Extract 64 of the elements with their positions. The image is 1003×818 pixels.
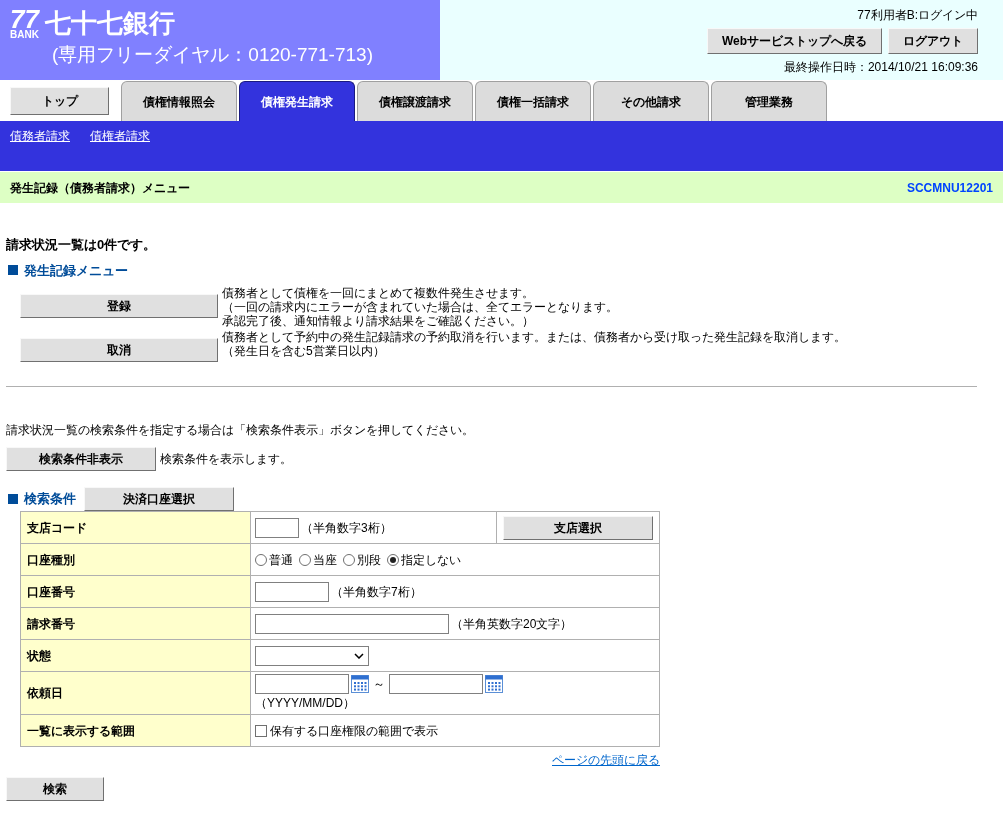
radio-button[interactable] [255,553,267,566]
square-bullet-icon [8,265,18,276]
bank-name: 七十七銀行 [44,8,175,38]
calendar-icon[interactable] [485,675,503,693]
chevron-down-icon [354,652,364,659]
input-hint: （半角英数字20文字） [451,615,573,633]
nav-tab[interactable]: 債権譲渡請求 [357,81,473,121]
radio-option[interactable]: 普通 [255,550,293,569]
menu-button[interactable]: 登録 [20,294,218,318]
date-input[interactable] [389,674,483,694]
text-input[interactable] [255,517,299,538]
field-label: 状態 [20,639,251,672]
branch-select-button[interactable]: 支店選択 [503,515,653,540]
field-label: 口座番号 [20,575,251,608]
account-select-button[interactable]: 決済口座選択 [84,487,234,511]
nav-tab[interactable]: 債権一括請求 [475,81,591,121]
text-input[interactable] [255,613,449,634]
date-input[interactable] [255,674,349,694]
field-label: 口座種別 [20,543,251,576]
back-to-top-link[interactable]: ページの先頭に戻る [552,751,660,769]
search-button[interactable]: 検索 [6,777,104,801]
menu-description: 債務者として予約中の発生記録請求の予約取消を行います。または、債務者から受け取った発生記録を取消します。 （発生日を含む5営業日以内） [222,330,846,358]
section-heading: 検索条件 [24,490,76,509]
search-instruction: 請求状況一覧の検索条件を指定する場合は「検索条件表示」ボタンを押してください。 [6,422,475,439]
toggle-conditions-button[interactable]: 検索条件非表示 [6,447,156,471]
logout-button[interactable]: ログアウト [888,28,978,54]
radio-option[interactable]: 指定しない [387,550,461,569]
field-label: 一覧に表示する範囲 [20,714,251,747]
phone-number: (専用フリーダイヤル：0120-771-713) [51,43,374,67]
text-input[interactable] [255,581,329,602]
radio-button[interactable] [387,553,399,566]
square-bullet-icon [8,494,18,504]
bank-logo: 77 BANK [10,8,39,40]
calendar-icon[interactable] [351,675,369,693]
field-label: 依頼日 [20,671,251,715]
field-label: 請求番号 [20,607,251,640]
status-dropdown[interactable] [255,645,369,666]
submenu-link[interactable]: 債務者請求 [10,127,70,145]
page-title: 発生記録（債務者請求）メニュー [10,179,190,197]
radio-button[interactable] [343,553,355,566]
last-operation-time: 最終操作日時：2014/10/21 16:09:36 [783,59,978,76]
nav-tab[interactable]: 債権発生請求 [239,81,355,121]
nav-tab[interactable]: 債権情報照会 [121,81,237,121]
input-hint: （YYYY/MM/DD） [255,695,356,712]
radio-option[interactable]: 別段 [343,550,381,569]
section-heading: 発生記録メニュー [24,261,128,280]
submenu-link[interactable]: 債権者請求 [90,127,150,145]
top-button[interactable]: トップ [10,87,109,115]
input-hint: （半角数字3桁） [301,519,392,537]
menu-description: 債務者として債権を一回にまとめて複数件発生させます。 （一回の請求内にエラーが含まれていた場合は、全てエラーとなります。 承認完了後、通知情報より請求結果をご確認ください。） [222,286,618,328]
screen-id: SCCMNU12201 [906,179,993,197]
nav-tab[interactable]: 管理業務 [711,81,827,121]
input-hint: （半角数字7桁） [331,583,422,601]
status-message: 請求状況一覧は0件です。 [6,236,158,254]
radio-option[interactable]: 当座 [299,550,337,569]
nav-tab[interactable]: その他請求 [593,81,709,121]
web-top-button[interactable]: Webサービストップへ戻る [706,28,882,54]
toggle-note: 検索条件を表示します。 [160,451,292,468]
radio-button[interactable] [299,553,311,566]
user-status: 77利用者B:ログイン中 [857,7,978,24]
field-label: 支店コード [20,511,251,544]
checkbox[interactable] [255,724,267,737]
range-separator: ～ [373,676,385,693]
menu-button[interactable]: 取消 [20,338,218,362]
